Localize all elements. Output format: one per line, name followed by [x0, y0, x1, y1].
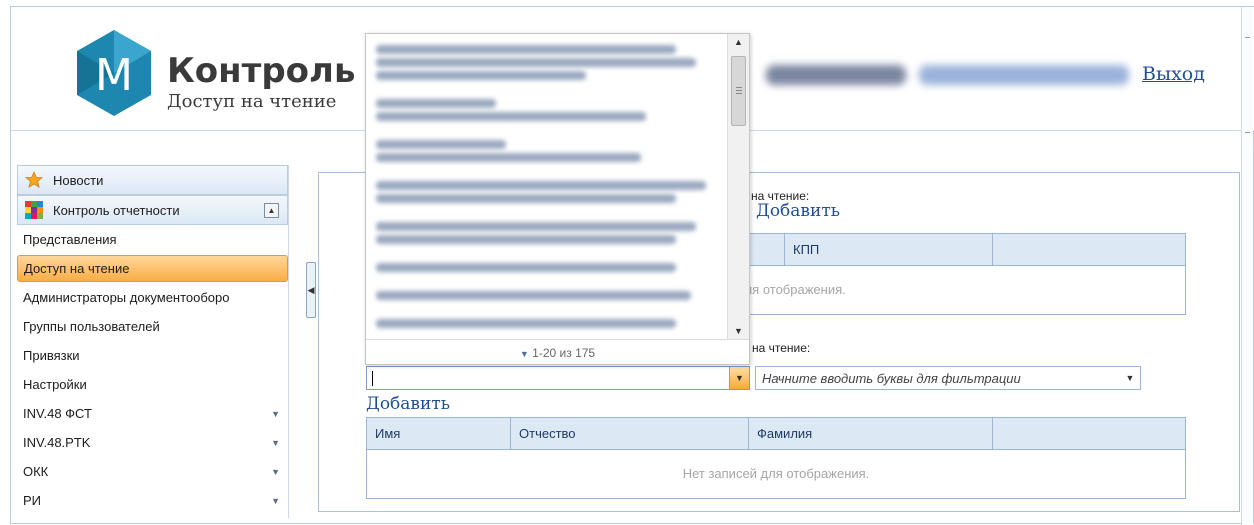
list-item[interactable]: [366, 170, 728, 211]
page-subtitle: Доступ на чтение: [167, 91, 337, 112]
dropdown-options: [366, 34, 728, 339]
users-grid: Имя Отчество Фамилия Нет записей для ото…: [366, 417, 1186, 499]
user-name-blurred: [766, 65, 906, 85]
sidebar-item-label: Привязки: [23, 348, 80, 363]
chevron-down-icon[interactable]: ▼: [271, 438, 280, 448]
users-grid-header: Имя Отчество Фамилия: [367, 418, 1185, 450]
add-organization-link[interactable]: Добавить: [756, 201, 840, 221]
column-header-first-name[interactable]: Имя: [367, 418, 511, 449]
app-title: Контроль о: [167, 51, 367, 91]
app-logo-icon: M: [77, 30, 151, 116]
list-item[interactable]: [366, 88, 728, 129]
column-header-empty: [993, 234, 1185, 265]
chevron-down-icon[interactable]: ▼: [271, 496, 280, 506]
add-user-link[interactable]: Добавить: [366, 394, 450, 414]
list-item[interactable]: [366, 280, 728, 308]
chevron-down-icon[interactable]: ▼: [271, 467, 280, 477]
sidebar-item[interactable]: ОКК ▼: [17, 457, 288, 486]
list-item[interactable]: [366, 211, 728, 252]
list-item[interactable]: [366, 34, 728, 88]
sidebar-item-label: INV.48.PTK: [23, 435, 91, 450]
sidebar-item[interactable]: Привязки: [17, 341, 288, 370]
user-filter-placeholder: Начните вводить буквы для фильтрации: [762, 371, 1021, 386]
mosaic-icon: [25, 201, 43, 219]
sidebar: Новости Контроль отчетности ▲ Представле…: [17, 165, 289, 518]
scroll-up-icon[interactable]: ▲: [728, 34, 749, 50]
chevron-down-icon[interactable]: ▼: [1120, 367, 1140, 389]
sidebar-item[interactable]: INV.48 ФСТ ▼: [17, 399, 288, 428]
list-item[interactable]: [366, 308, 728, 336]
column-header-empty: [993, 418, 1185, 449]
sidebar-section-news-label: Новости: [53, 172, 104, 188]
user-region-link-blurred[interactable]: [919, 65, 1129, 85]
column-header-patronymic[interactable]: Отчество: [511, 418, 749, 449]
sidebar-menu: Представления Доступ на чтение Администрат…: [17, 225, 288, 515]
dropdown-scrollbar[interactable]: ▲ ▼: [727, 34, 749, 339]
star-icon: [25, 171, 43, 188]
sidebar-item[interactable]: Настройки: [17, 370, 288, 399]
sidebar-item-label: Администраторы документооборо: [23, 290, 230, 305]
organization-dropdown-list[interactable]: ▲ ▼ ▼ 1-20 из 175: [365, 33, 750, 365]
logo-letter: M: [95, 50, 133, 101]
sidebar-section-reporting[interactable]: Контроль отчетности ▲: [17, 195, 288, 225]
chevron-down-icon[interactable]: ▼: [271, 409, 280, 419]
sidebar-section-news[interactable]: Новости: [17, 165, 288, 195]
dropdown-pager[interactable]: ▼ 1-20 из 175: [366, 339, 749, 364]
scroll-thumb[interactable]: [731, 56, 746, 126]
sidebar-item-label: РИ: [23, 493, 42, 508]
sidebar-collapse-handle[interactable]: ◀: [306, 262, 316, 318]
users-empty-text: Нет записей для отображения.: [682, 466, 870, 481]
sidebar-item[interactable]: Группы пользователей: [17, 312, 288, 341]
sidebar-section-reporting-label: Контроль отчетности: [53, 202, 180, 218]
organization-combo[interactable]: ▼: [366, 366, 750, 390]
sidebar-item-label: Представления: [23, 232, 117, 247]
pager-text: 1-20 из 175: [532, 346, 596, 360]
chevron-down-icon[interactable]: ▼: [729, 367, 749, 389]
sidebar-item-label: Доступ на чтение: [24, 261, 130, 276]
sidebar-item-label: Группы пользователей: [23, 319, 160, 334]
sidebar-item-label: Настройки: [23, 377, 87, 392]
user-section-label: о на чтение:: [742, 341, 811, 355]
sidebar-item[interactable]: INV.48.PTK ▼: [17, 428, 288, 457]
scroll-down-icon[interactable]: ▼: [728, 323, 749, 339]
collapse-section-button[interactable]: ▲: [264, 202, 279, 218]
user-filter-combo[interactable]: Начните вводить буквы для фильтрации ▼: [755, 366, 1141, 390]
sidebar-item[interactable]: Представления: [17, 225, 288, 254]
sidebar-item-label: ОКК: [23, 464, 49, 479]
text-caret: [372, 371, 373, 386]
column-header-kpp[interactable]: КПП: [785, 234, 993, 265]
sidebar-item[interactable]: Администраторы документооборо: [17, 283, 288, 312]
sidebar-item[interactable]: РИ ▼: [17, 486, 288, 515]
right-scroll-edge: [1241, 7, 1253, 525]
logout-link[interactable]: Выход: [1142, 63, 1205, 85]
list-item[interactable]: [366, 129, 728, 170]
column-header-last-name[interactable]: Фамилия: [749, 418, 993, 449]
list-item[interactable]: [366, 252, 728, 280]
next-page-icon[interactable]: ▼: [520, 349, 529, 359]
sidebar-item-label: INV.48 ФСТ: [23, 406, 92, 421]
sidebar-item[interactable]: Доступ на чтение: [17, 255, 288, 282]
